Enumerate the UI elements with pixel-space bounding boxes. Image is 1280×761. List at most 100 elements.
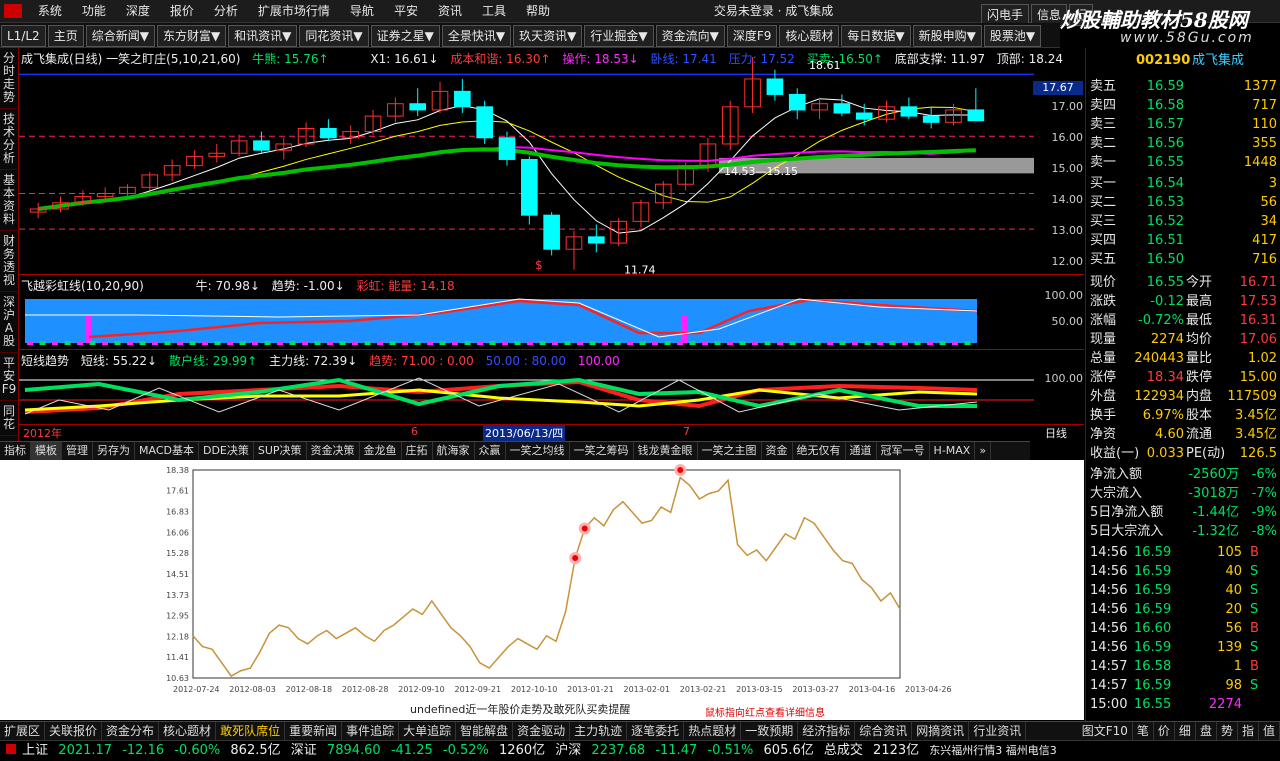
toolbar-item-9[interactable]: 行业掘金▼ (584, 25, 654, 47)
indicator-tab-7[interactable]: 资金决策 (307, 442, 360, 460)
indicator-tab-11[interactable]: 众赢 (475, 442, 506, 460)
indicator-tab-10[interactable]: 航海家 (433, 442, 475, 460)
yearly-price-chart[interactable]: 18.38 17.61 16.83 16.06 15.28 14.51 13.73 12.95… (0, 460, 1084, 720)
side-tab-1[interactable]: 技术分析 (0, 109, 18, 170)
candlestick-chart[interactable]: 18.61 11.74 14.53—15.15 (19, 48, 1084, 274)
toolbar-item-3[interactable]: 东方财富▼ (156, 25, 227, 47)
stat-value2: 3.45亿 (1235, 427, 1277, 442)
menu-item-6[interactable]: 导航 (340, 0, 384, 22)
main-chart-pane[interactable]: 成飞集成(日线) 一笑之盯庄(5,10,21,60) 牛熊: 15.76↑ X1… (19, 48, 1084, 275)
link-tab-13[interactable]: 一致预期 (741, 722, 799, 740)
indicator-tab-21[interactable]: » (975, 442, 992, 460)
link-tab-2[interactable]: 资金分布 (102, 722, 160, 740)
links-right-5[interactable]: 势 (1217, 722, 1238, 740)
indicator-tab-8[interactable]: 金龙鱼 (360, 442, 402, 460)
menu-item-8[interactable]: 资讯 (428, 0, 472, 22)
side-tab-4[interactable]: 深沪A股 (0, 292, 18, 353)
link-tab-3[interactable]: 核心题材 (159, 722, 217, 740)
link-tab-16[interactable]: 网摘资讯 (912, 722, 970, 740)
indicator-tab-19[interactable]: 冠军一号 (877, 442, 930, 460)
indicator-tab-20[interactable]: H-MAX (930, 442, 976, 460)
indicator-tab-6[interactable]: SUP决策 (254, 442, 307, 460)
signal-point[interactable] (572, 555, 579, 562)
links-right-4[interactable]: 盘 (1196, 722, 1217, 740)
link-tab-1[interactable]: 关联报价 (45, 722, 103, 740)
menu-item-10[interactable]: 帮助 (516, 0, 560, 22)
toolbar-item-12[interactable]: 核心题材 (779, 25, 840, 47)
link-tab-15[interactable]: 综合资讯 (855, 722, 913, 740)
side-tab-0[interactable]: 分时走势 (0, 48, 18, 109)
indicator-tab-3[interactable]: 另存为 (93, 442, 135, 460)
link-tab-0[interactable]: 扩展区 (0, 722, 46, 740)
side-tab-2[interactable]: 基本资料 (0, 170, 18, 231)
link-tab-4[interactable]: 敢死队席位 (216, 722, 286, 740)
period-label[interactable]: 日线 (1045, 425, 1067, 441)
toolbar-item-8[interactable]: 玖天资讯▼ (513, 25, 583, 47)
indicator-tab-9[interactable]: 庄拓 (402, 442, 433, 460)
links-right-6[interactable]: 指 (1238, 722, 1259, 740)
indicator-tab-17[interactable]: 绝无仅有 (793, 442, 846, 460)
signal-point[interactable] (677, 467, 684, 473)
dollar-icon: $ (535, 258, 543, 272)
indicator-tab-14[interactable]: 钱龙黄金眼 (634, 442, 698, 460)
links-right-7[interactable]: 值 (1259, 722, 1280, 740)
trend-pane[interactable]: 短线趋势 短线: 55.22↓ 散户线: 29.99↑ 主力线: 72.39↓ … (19, 350, 1084, 425)
indicator-tab-15[interactable]: 一笑之主图 (698, 442, 762, 460)
indicator-tab-12[interactable]: 一笑之均线 (506, 442, 570, 460)
link-tab-12[interactable]: 热点题材 (684, 722, 742, 740)
toolbar-item-4[interactable]: 和讯资讯▼ (228, 25, 298, 47)
link-tab-7[interactable]: 大单追踪 (399, 722, 457, 740)
link-tab-14[interactable]: 经济指标 (798, 722, 856, 740)
menu-item-3[interactable]: 报价 (160, 0, 204, 22)
link-tab-9[interactable]: 资金驱动 (513, 722, 571, 740)
links-right-0[interactable]: 图文F10 (1078, 722, 1133, 740)
toolbar-item-13[interactable]: 每日数据▼ (841, 25, 911, 47)
indicator-tab-18[interactable]: 通道 (846, 442, 877, 460)
toolbar-item-2[interactable]: 综合新闻▼ (85, 25, 155, 47)
toolbar-item-5[interactable]: 同花资讯▼ (299, 25, 369, 47)
links-right-2[interactable]: 价 (1154, 722, 1175, 740)
menu-item-4[interactable]: 分析 (204, 0, 248, 22)
toolbar-item-11[interactable]: 深度F9 (726, 25, 778, 47)
toolbar-item-1[interactable]: 主页 (47, 25, 84, 47)
links-right-3[interactable]: 细 (1175, 722, 1196, 740)
indicator-tab-13[interactable]: 一笑之筹码 (570, 442, 634, 460)
side-tab-6[interactable]: 同花 (0, 401, 18, 436)
indicator-tab-1[interactable]: 模板 (31, 442, 62, 460)
menu-item-7[interactable]: 平安 (384, 0, 428, 22)
indicator-tab-0[interactable]: 指标 (0, 442, 31, 460)
menu-item-9[interactable]: 工具 (472, 0, 516, 22)
tick-side: S (1250, 564, 1259, 579)
signal-point[interactable] (581, 525, 588, 532)
trend-chart[interactable] (19, 350, 1084, 424)
toolbar-item-15[interactable]: 股票池▼ (983, 25, 1042, 47)
toolbar-item-7[interactable]: 全景快讯▼ (441, 25, 512, 47)
menu-item-5[interactable]: 扩展市场行情 (248, 0, 340, 22)
indicator-tab-2[interactable]: 管理 (62, 442, 93, 460)
link-tab-8[interactable]: 智能解盘 (456, 722, 514, 740)
rainbow-pane[interactable]: 飞越彩虹线(10,20,90) 牛: 70.98↓ 趋势: -1.00↓ 彩虹:… (19, 275, 1084, 350)
toolbar-item-0[interactable]: L1/L2 (1, 25, 46, 47)
link-tab-17[interactable]: 行业资讯 (969, 722, 1027, 740)
menu-item-2[interactable]: 深度 (116, 0, 160, 22)
toolbar-item-10[interactable]: 资金流向▼ (655, 25, 725, 47)
toolbar-item-14[interactable]: 新股申购▼ (912, 25, 982, 47)
rainbow-tick (727, 341, 733, 345)
menu-item-0[interactable]: 系统 (28, 0, 72, 22)
indicator-tab-4[interactable]: MACD基本 (135, 442, 199, 460)
stat-row: 外盘 122934 内盘 117509 (1086, 388, 1280, 406)
links-right-1[interactable]: 笔 (1133, 722, 1154, 740)
link-tab-5[interactable]: 重要新闻 (285, 722, 343, 740)
side-tab-5[interactable]: 平安F9 (0, 353, 18, 401)
menu-item-1[interactable]: 功能 (72, 0, 116, 22)
indicator-tab-16[interactable]: 资金 (762, 442, 793, 460)
link-tab-11[interactable]: 逐笔委托 (627, 722, 685, 740)
link-tab-10[interactable]: 主力轨迹 (570, 722, 628, 740)
side-tab-3[interactable]: 财务透视 (0, 231, 18, 292)
toolbar-item-6[interactable]: 证券之星▼ (370, 25, 440, 47)
stat-label2: PE(动) (1186, 446, 1226, 461)
link-tab-6[interactable]: 事件追踪 (342, 722, 400, 740)
rainbow-chart[interactable] (19, 275, 1084, 349)
indicator-tab-5[interactable]: DDE决策 (199, 442, 254, 460)
server-label[interactable]: 东兴福州行情3 福州电信3 (929, 744, 1057, 757)
